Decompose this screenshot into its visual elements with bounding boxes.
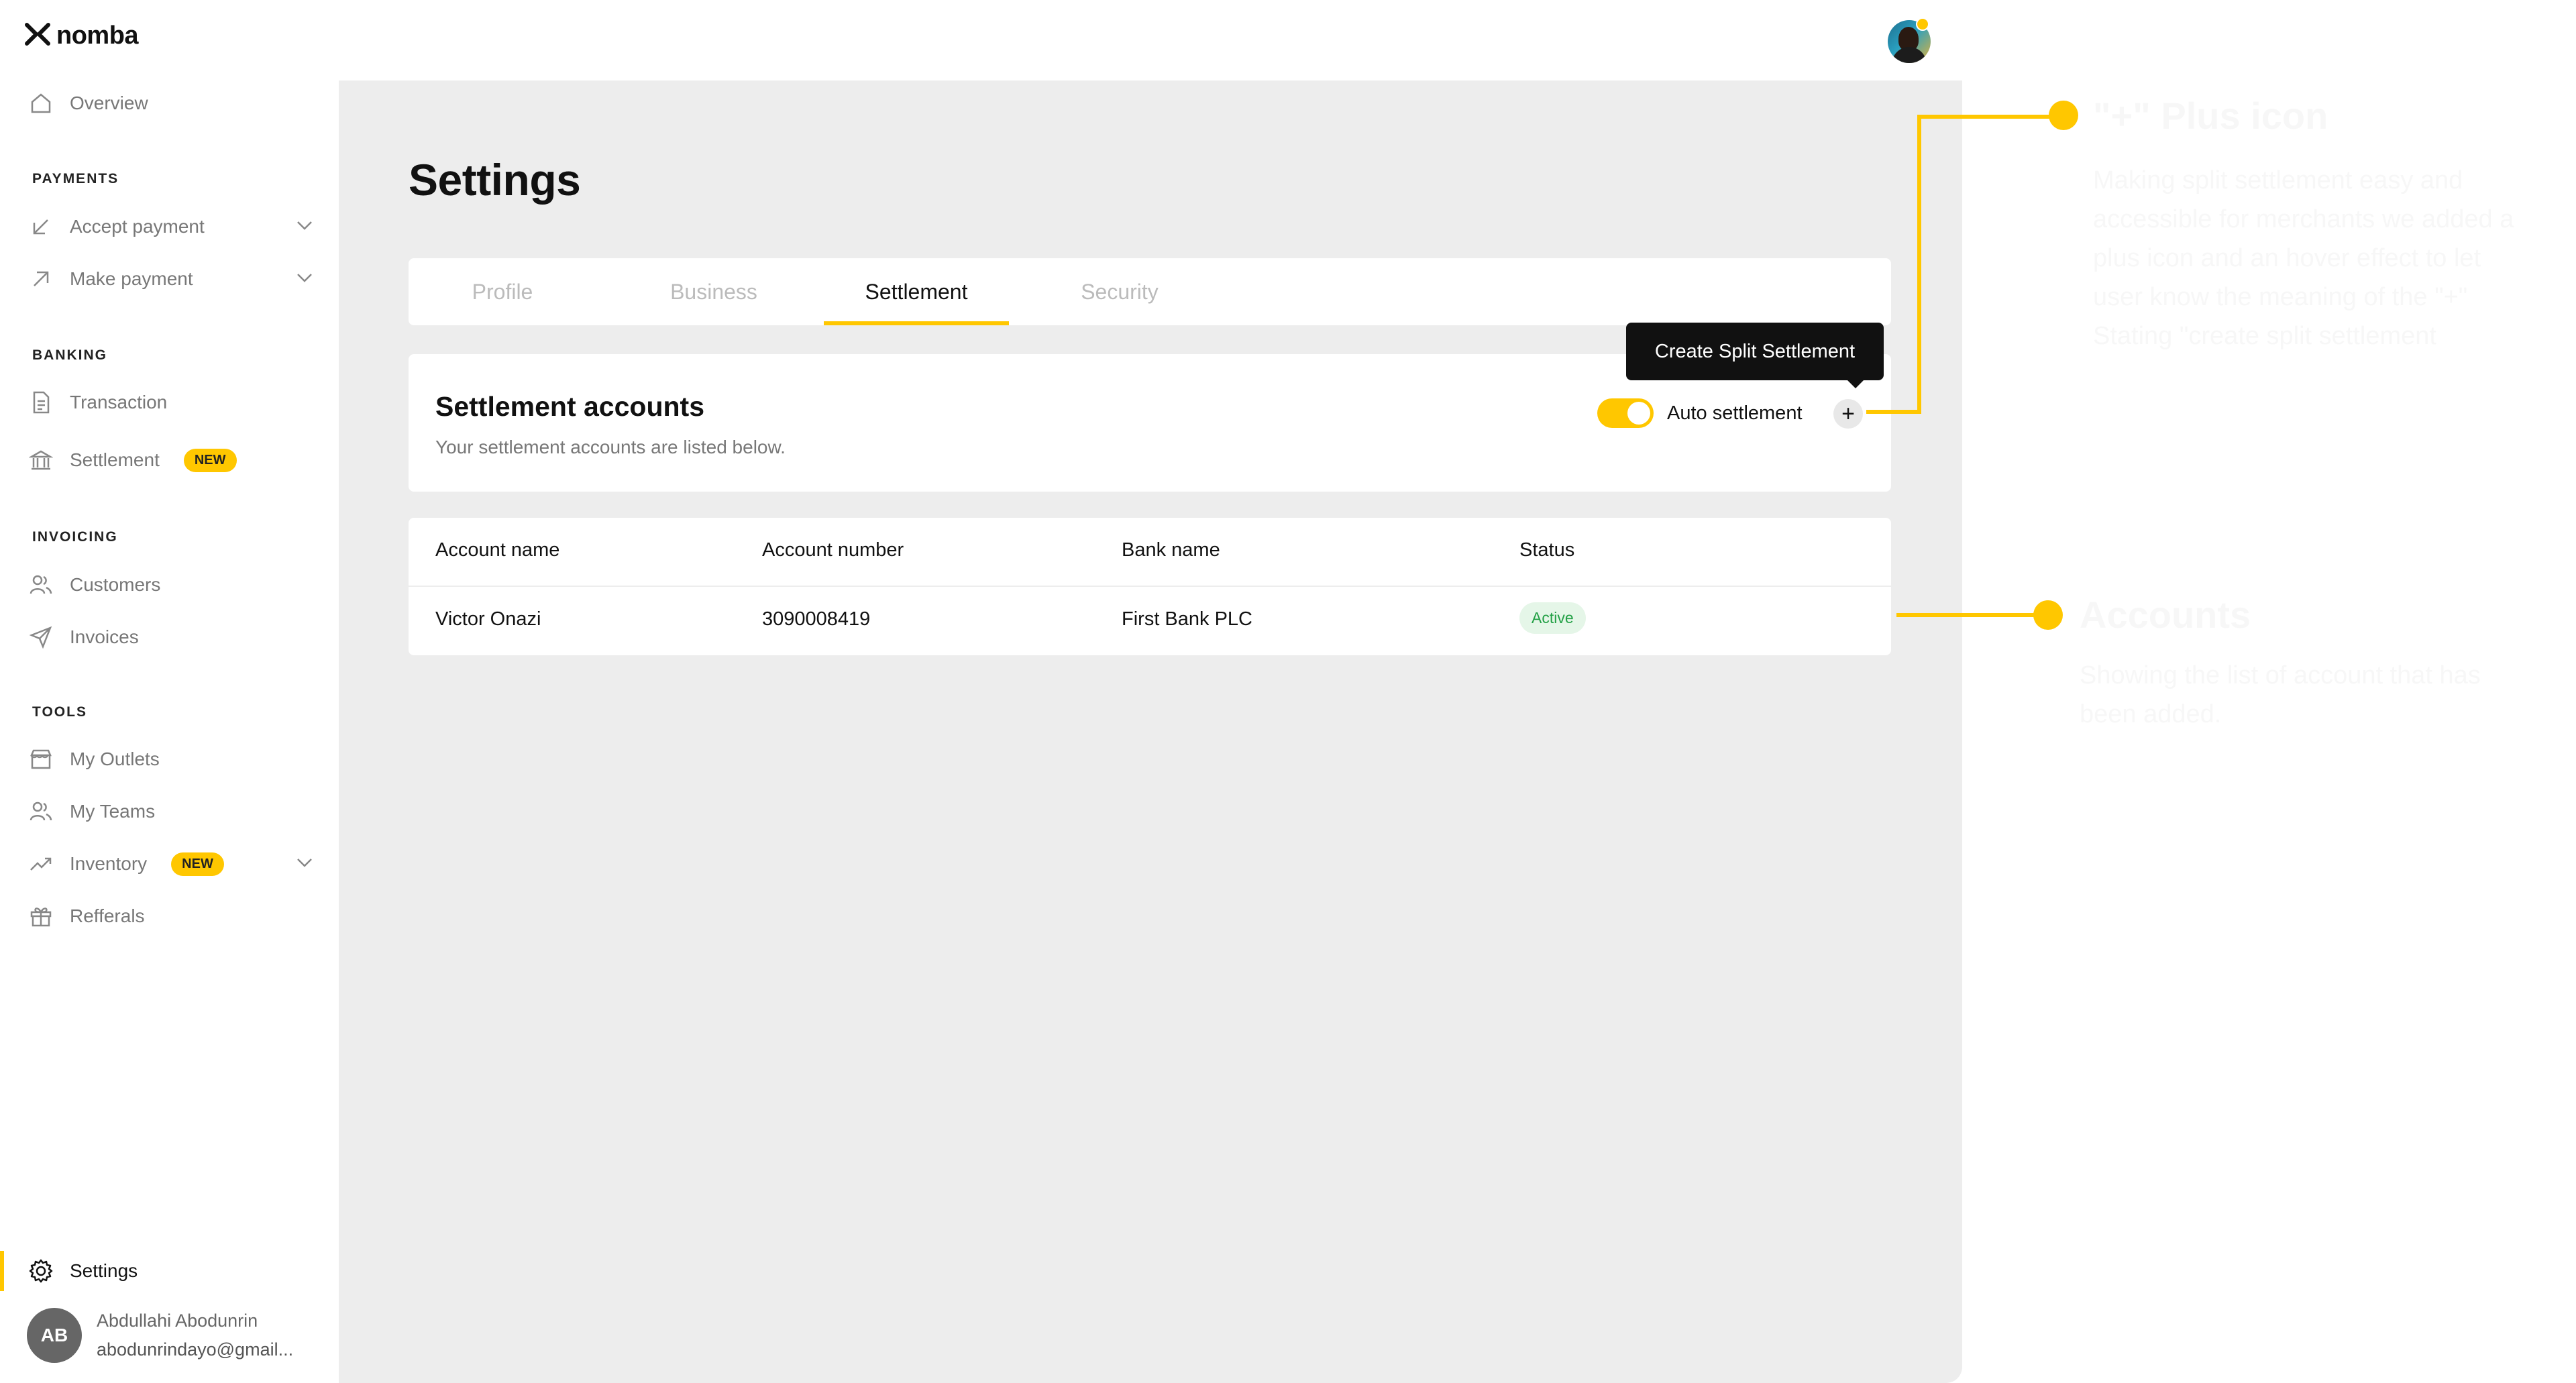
users-icon — [27, 571, 55, 599]
annotation-body-plus: Making split settlement easy and accessi… — [2093, 161, 2514, 355]
annotation-line: Making split settlement easy and — [2093, 166, 2463, 195]
notification-dot — [1916, 17, 1929, 31]
sidebar-item-label: Invoices — [70, 626, 139, 647]
chevron-down-icon[interactable] — [294, 267, 315, 293]
annotation-connector — [1866, 410, 1920, 414]
nomba-logo-icon — [24, 22, 51, 50]
sidebar-item-label: Refferals — [70, 905, 145, 926]
trending-up-icon — [27, 850, 55, 878]
chevron-down-icon[interactable] — [294, 215, 315, 241]
sidebar-item-label: Accept payment — [70, 216, 205, 237]
toggle-label: Auto settlement — [1667, 402, 1803, 424]
cell-bank-name: First Bank PLC — [1122, 608, 1252, 630]
annotation-dot — [2033, 600, 2063, 630]
arrow-up-right-icon — [27, 265, 55, 293]
card-title: Settlement accounts — [435, 391, 704, 422]
user-name: Abdullahi Abodunrin — [97, 1311, 258, 1331]
new-badge: NEW — [183, 448, 237, 472]
table-divider — [409, 586, 1891, 587]
sidebar-item-invoices[interactable]: Invoices — [27, 617, 315, 657]
main-content: Settings Profile Business Settlement Sec… — [339, 80, 1962, 1383]
document-icon — [27, 388, 55, 417]
sidebar-item-label: My Teams — [70, 801, 156, 822]
cell-account-number: 3090008419 — [762, 608, 871, 630]
page-title: Settings — [409, 155, 581, 205]
accounts-table: Account name Account number Bank name St… — [409, 518, 1891, 655]
tab-business[interactable]: Business — [630, 258, 798, 325]
annotation-line: user know the meaning of the "+" — [2093, 283, 2468, 311]
section-label-payments: PAYMENTS — [32, 171, 119, 186]
annotation-title-plus: "+" Plus icon — [2093, 95, 2328, 137]
avatar-shoulders — [1892, 47, 1927, 63]
sidebar: nomba Overview PAYMENTS Accept payment M… — [0, 0, 339, 1383]
avatar: AB — [27, 1308, 82, 1363]
sidebar-item-settlement[interactable]: Settlement NEW — [27, 440, 315, 480]
create-split-settlement-button[interactable]: + — [1833, 399, 1863, 429]
bank-icon — [27, 446, 55, 474]
annotation-connector — [1917, 115, 2065, 119]
arrow-down-left-icon — [27, 213, 55, 241]
auto-settlement-toggle[interactable] — [1597, 398, 1654, 428]
sidebar-item-transaction[interactable]: Transaction — [27, 382, 315, 423]
sidebar-item-label: Transaction — [70, 392, 168, 412]
sidebar-item-label: Settings — [70, 1260, 138, 1281]
status-badge: Active — [1519, 602, 1586, 634]
users-icon — [27, 797, 55, 826]
annotation-dot — [2049, 101, 2078, 130]
column-header: Account number — [762, 539, 904, 561]
user-profile[interactable]: AB Abdullahi Abodunrin abodunrindayo@gma… — [27, 1308, 293, 1363]
new-badge: NEW — [171, 852, 224, 876]
sidebar-item-my-teams[interactable]: My Teams — [27, 791, 315, 832]
sidebar-item-accept-payment[interactable]: Accept payment — [27, 207, 315, 247]
cell-account-name: Victor Onazi — [435, 608, 541, 630]
annotation-line: accessible for merchants we added a — [2093, 205, 2514, 233]
store-icon — [27, 745, 55, 773]
active-indicator — [0, 1251, 4, 1291]
tab-profile[interactable]: Profile — [435, 258, 570, 325]
sidebar-item-inventory[interactable]: Inventory NEW — [27, 844, 315, 884]
sidebar-item-label: Settlement — [70, 449, 160, 470]
annotation-line: plus icon and an hover effect to let — [2093, 244, 2481, 272]
sidebar-item-make-payment[interactable]: Make payment — [27, 259, 315, 299]
annotation-connector — [1896, 613, 2048, 617]
send-icon — [27, 623, 55, 651]
annotation-line: Stating "create split settlement — [2093, 322, 2436, 350]
logo-text: nomba — [56, 21, 139, 50]
annotation-line: Showing the list of account that has — [2080, 661, 2481, 689]
sidebar-item-overview[interactable]: Overview — [27, 83, 315, 123]
gear-icon — [27, 1257, 55, 1285]
annotation-line: been added. — [2080, 700, 2222, 728]
column-header: Account name — [435, 539, 560, 561]
column-header: Bank name — [1122, 539, 1220, 561]
sidebar-item-settings[interactable]: Settings — [27, 1251, 315, 1291]
column-header: Status — [1519, 539, 1575, 561]
sidebar-item-label: Customers — [70, 574, 161, 595]
annotation-title-accounts: Accounts — [2080, 594, 2251, 636]
section-label-tools: TOOLS — [32, 704, 87, 720]
section-label-invoicing: INVOICING — [32, 529, 118, 545]
home-icon — [27, 89, 55, 117]
sidebar-item-label: Overview — [70, 93, 148, 113]
chevron-down-icon[interactable] — [294, 852, 315, 878]
tooltip: Create Split Settlement — [1626, 323, 1884, 388]
sidebar-item-label: Make payment — [70, 268, 193, 289]
section-label-banking: BANKING — [32, 347, 107, 363]
card-subtitle: Your settlement accounts are listed belo… — [435, 437, 786, 457]
sidebar-item-label: My Outlets — [70, 749, 160, 769]
annotation-body-accounts: Showing the list of account that has bee… — [2080, 656, 2481, 734]
sidebar-item-my-outlets[interactable]: My Outlets — [27, 739, 315, 779]
settings-tabs: Profile Business Settlement Security — [409, 258, 1891, 325]
sidebar-item-customers[interactable]: Customers — [27, 565, 315, 605]
tab-security[interactable]: Security — [1036, 258, 1203, 325]
annotation-connector — [1917, 115, 1921, 414]
sidebar-item-label: Inventory — [70, 853, 148, 874]
tab-settlement[interactable]: Settlement — [824, 258, 1009, 325]
sidebar-item-refferals[interactable]: Refferals — [27, 896, 315, 936]
user-email: abodunrindayo@gmail... — [97, 1339, 294, 1360]
nomba-logo[interactable]: nomba — [24, 21, 139, 50]
gift-icon — [27, 902, 55, 930]
